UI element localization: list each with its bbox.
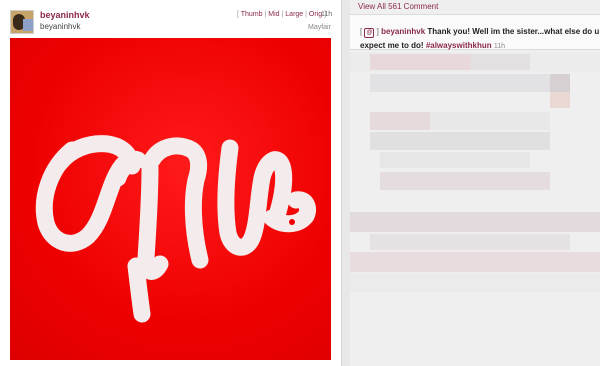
pixel-block	[550, 92, 570, 108]
view-all-comments-link[interactable]: View All 561 Comment	[358, 2, 438, 11]
pixel-block	[370, 112, 430, 130]
pixel-block	[550, 74, 570, 92]
pixel-block	[380, 172, 550, 190]
pixel-block	[350, 274, 600, 292]
post-display-name: beyaninhvk	[40, 22, 81, 31]
post-card: beyaninhvk beyaninhvk [ Thumb | Mid | La…	[0, 0, 342, 366]
pixel-block	[370, 234, 570, 250]
size-thumb-link[interactable]: Thumb	[241, 11, 263, 18]
pixel-block	[370, 74, 570, 92]
comments-panel: View All 561 Comment [ @ ] beyaninhvk Th…	[350, 0, 600, 366]
size-mid-link[interactable]: Mid	[268, 11, 279, 18]
post-username-link[interactable]: beyaninhvk	[40, 10, 90, 20]
comment-text: [ @ ] beyaninhvk Thank you! Well im the …	[360, 25, 600, 54]
pixel-block	[470, 54, 530, 70]
image-size-links: [ Thumb | Mid | Large | Orig ]	[237, 11, 327, 18]
pixel-block	[350, 212, 600, 232]
pixel-block	[350, 252, 600, 272]
size-large-link[interactable]: Large	[285, 11, 303, 18]
pixel-block	[430, 112, 550, 130]
pixelated-comments-area	[350, 52, 600, 366]
post-location[interactable]: Mayfair	[308, 24, 331, 31]
pixel-block	[370, 132, 550, 150]
post-time: 11h	[321, 11, 333, 18]
pixel-block	[380, 152, 530, 168]
comment-time: 11h	[493, 43, 506, 50]
post-photo[interactable]	[10, 38, 331, 360]
avatar-figure-2	[23, 19, 33, 31]
comment-hashtag-link[interactable]: #alwayswithkhun	[426, 41, 492, 50]
mention-at-icon: @	[364, 28, 375, 38]
avatar[interactable]	[10, 10, 34, 34]
pixel-block	[370, 54, 470, 70]
photo-lettering	[35, 135, 316, 323]
comment-item: [ @ ] beyaninhvk Thank you! Well im the …	[350, 14, 600, 50]
comment-username-link[interactable]: beyaninhvk	[381, 27, 425, 36]
